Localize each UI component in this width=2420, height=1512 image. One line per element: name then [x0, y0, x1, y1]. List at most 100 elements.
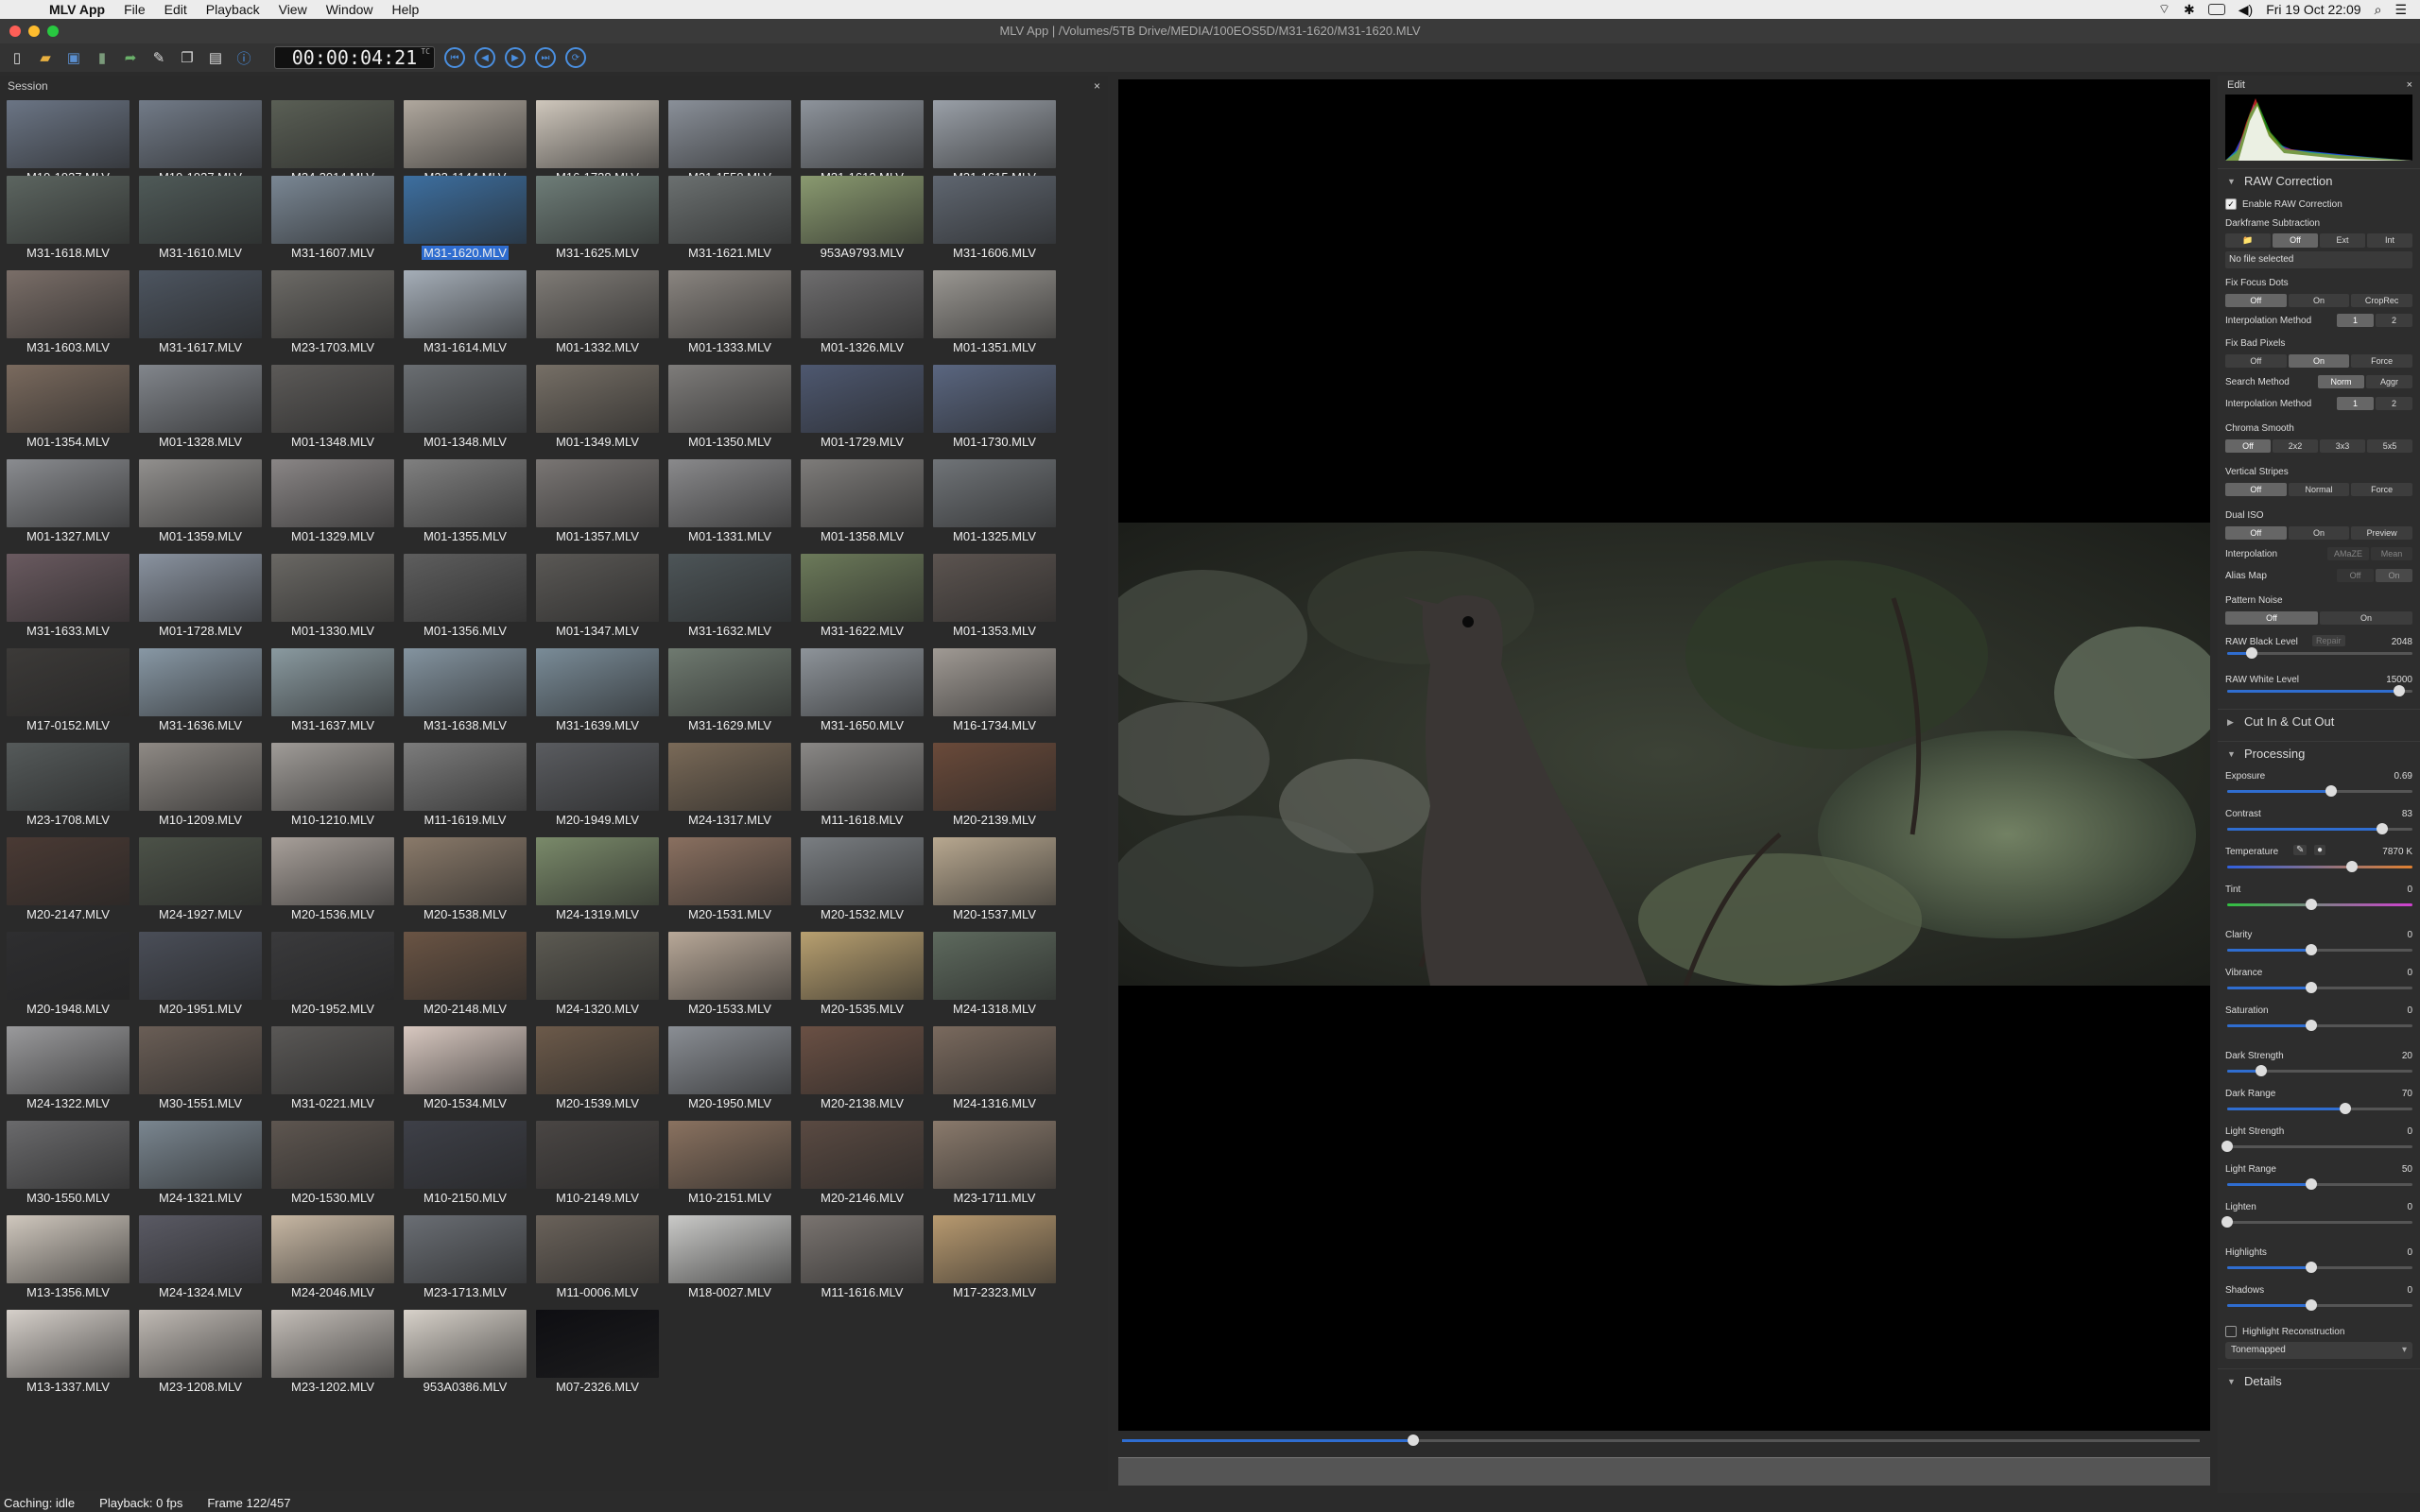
info-icon[interactable]: ⓘ [234, 48, 253, 67]
clip-tile[interactable]: M20-2139.MLV [928, 743, 1061, 827]
clip-tile[interactable]: M16-1734.MLV [928, 648, 1061, 732]
clip-tile[interactable]: M31-1636.MLV [134, 648, 267, 732]
clip-tile[interactable]: M31-1612.MLV [796, 100, 928, 184]
playback-scrubber[interactable] [1118, 1435, 2210, 1446]
focus-on-button[interactable]: On [2288, 294, 2350, 307]
clip-tile[interactable]: M31-1632.MLV [664, 554, 796, 638]
clip-tile[interactable]: M01-1351.MLV [928, 270, 1061, 354]
wifi-icon[interactable]: ⌔ [2158, 1, 2170, 18]
clip-tile[interactable]: M10-2150.MLV [399, 1121, 531, 1205]
dual-iso-on-button[interactable]: On [2288, 526, 2350, 540]
black-level-handle[interactable] [2246, 647, 2257, 659]
repair-button[interactable]: Repair [2312, 635, 2345, 646]
audio-timeline[interactable] [1118, 1457, 2210, 1486]
dual-mean-button[interactable]: Mean [2371, 547, 2412, 560]
pattern-on-button[interactable]: On [2320, 611, 2412, 625]
enable-raw-row[interactable]: ✓ Enable RAW Correction [2218, 193, 2420, 215]
paste-icon[interactable]: ▤ [206, 48, 225, 67]
bluetooth-icon[interactable]: ✱ [2184, 2, 2195, 18]
raw-correction-section[interactable]: ▼ RAW Correction [2218, 168, 2420, 193]
details-section[interactable]: ▼ Details [2218, 1368, 2420, 1393]
clip-tile[interactable]: M31-1625.MLV [531, 176, 664, 260]
clip-tile[interactable]: M20-1535.MLV [796, 932, 928, 1016]
clip-tile[interactable]: M01-1332.MLV [531, 270, 664, 354]
clip-tile[interactable]: M10-1209.MLV [134, 743, 267, 827]
slider-handle[interactable] [2306, 1262, 2317, 1273]
slider-handle[interactable] [2346, 861, 2358, 872]
clip-tile[interactable]: M13-1356.MLV [2, 1215, 134, 1299]
settings-icon[interactable]: ✎ [149, 48, 168, 67]
clip-tile[interactable]: M31-1633.MLV [2, 554, 134, 638]
slider-handle[interactable] [2306, 899, 2317, 910]
clip-tile[interactable]: M30-1551.MLV [134, 1026, 267, 1110]
clip-tile[interactable]: M31-1607.MLV [267, 176, 399, 260]
zoom-window-button[interactable] [47, 26, 59, 37]
clip-tile[interactable]: M01-1331.MLV [664, 459, 796, 543]
clip-tile[interactable]: M30-1550.MLV [2, 1121, 134, 1205]
bad-pixels-off-button[interactable]: Off [2225, 354, 2287, 368]
clip-tile[interactable]: M31-1638.MLV [399, 648, 531, 732]
clip-tile[interactable]: M20-1948.MLV [2, 932, 134, 1016]
clip-tile[interactable]: M20-1537.MLV [928, 837, 1061, 921]
clip-tile[interactable]: M01-1355.MLV [399, 459, 531, 543]
clip-tile[interactable]: M24-1316.MLV [928, 1026, 1061, 1110]
clip-tile[interactable]: M20-1950.MLV [664, 1026, 796, 1110]
menu-app-name[interactable]: MLV App [40, 2, 114, 17]
search-norm-button[interactable]: Norm [2318, 375, 2364, 388]
dual-iso-preview-button[interactable]: Preview [2351, 526, 2413, 540]
video-viewer[interactable] [1118, 79, 2210, 1431]
clock[interactable]: Fri 19 Oct 22:09 [2266, 2, 2360, 17]
collapse-triangle-icon[interactable]: ▼ [2227, 169, 2237, 194]
clip-tile[interactable]: M24-1322.MLV [2, 1026, 134, 1110]
clip-tile[interactable]: M31-1639.MLV [531, 648, 664, 732]
focus-off-button[interactable]: Off [2225, 294, 2287, 307]
clip-tile[interactable]: M20-1536.MLV [267, 837, 399, 921]
clip-tile[interactable]: M31-1622.MLV [796, 554, 928, 638]
close-edit-icon[interactable]: × [2407, 76, 2412, 94]
clip-tile[interactable]: M01-1356.MLV [399, 554, 531, 638]
clip-tile[interactable]: M31-1615.MLV [928, 100, 1061, 184]
clip-tile[interactable]: M01-1333.MLV [664, 270, 796, 354]
menu-help[interactable]: Help [383, 2, 429, 17]
clip-tile[interactable]: M17-0152.MLV [2, 648, 134, 732]
clip-tile[interactable]: M24-1317.MLV [664, 743, 796, 827]
clip-tile[interactable]: M24-2014.MLV [267, 100, 399, 184]
clip-tile[interactable]: M10-2149.MLV [531, 1121, 664, 1205]
close-window-button[interactable] [9, 26, 21, 37]
chroma-5x5-button[interactable]: 5x5 [2367, 439, 2412, 453]
scrubber-handle[interactable] [1408, 1435, 1419, 1446]
clip-tile[interactable]: M24-1927.MLV [134, 837, 267, 921]
clip-tile[interactable]: M01-1358.MLV [796, 459, 928, 543]
clip-tile[interactable]: M31-1637.MLV [267, 648, 399, 732]
clip-tile[interactable]: 953A0386.MLV [399, 1310, 531, 1394]
clip-tile[interactable]: M24-2046.MLV [267, 1215, 399, 1299]
play-icon[interactable]: ▶ [505, 47, 526, 68]
clip-tile[interactable]: M20-2146.MLV [796, 1121, 928, 1205]
close-panel-icon[interactable]: × [1094, 76, 1100, 96]
clip-tile[interactable]: M23-1711.MLV [928, 1121, 1061, 1205]
bad-pixels-force-button[interactable]: Force [2351, 354, 2413, 368]
alias-off-button[interactable]: Off [2337, 569, 2374, 582]
clip-tile[interactable]: M01-1728.MLV [134, 554, 267, 638]
clip-tile[interactable]: M19-1937.MLV [134, 100, 267, 184]
clip-tile[interactable]: M20-1538.MLV [399, 837, 531, 921]
clip-tile[interactable]: M19-1937.MLV [2, 100, 134, 184]
clip-tile[interactable]: M01-1729.MLV [796, 365, 928, 449]
step-forward-icon[interactable]: ⏭ [535, 47, 556, 68]
menu-list-icon[interactable]: ☰ [2394, 2, 2407, 18]
clip-tile[interactable]: M01-1730.MLV [928, 365, 1061, 449]
stripes-force-button[interactable]: Force [2351, 483, 2413, 496]
slider-handle[interactable] [2221, 1141, 2233, 1152]
clip-tile[interactable]: M01-1325.MLV [928, 459, 1061, 543]
slider-handle[interactable] [2256, 1065, 2267, 1076]
volume-icon[interactable]: ◀) [2238, 2, 2253, 18]
slider-handle[interactable] [2325, 785, 2337, 797]
clip-tile[interactable]: M01-1326.MLV [796, 270, 928, 354]
clip-tile[interactable]: M24-1319.MLV [531, 837, 664, 921]
clip-tile[interactable]: M31-1606.MLV [928, 176, 1061, 260]
clip-tile[interactable]: M20-2147.MLV [2, 837, 134, 921]
clip-tile[interactable]: M11-1619.MLV [399, 743, 531, 827]
clip-tile[interactable]: M20-1534.MLV [399, 1026, 531, 1110]
clip-tile[interactable]: M31-1558.MLV [664, 100, 796, 184]
clip-tile[interactable]: M24-1320.MLV [531, 932, 664, 1016]
